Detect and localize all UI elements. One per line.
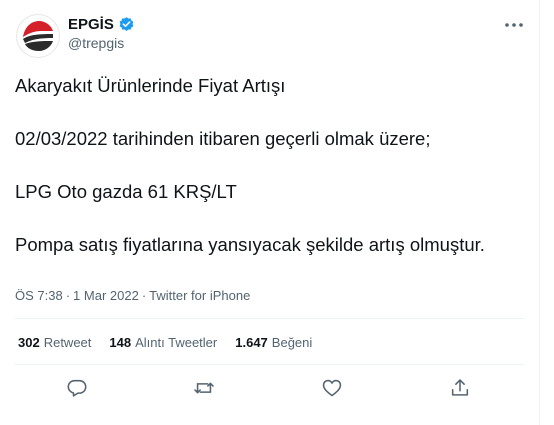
retweets-label: Retweet — [43, 335, 92, 350]
meta-separator: · — [141, 288, 147, 303]
share-icon[interactable] — [449, 377, 473, 401]
tweet-time[interactable]: ÖS 7:38 — [15, 288, 63, 303]
likes-stat[interactable]: 1.647 Beğeni — [235, 335, 312, 350]
tweet-paragraph: Pompa satış fiyatlarına yansıyacak şekil… — [15, 234, 485, 255]
retweets-stat[interactable]: 302 Retweet — [18, 335, 91, 350]
user-handle[interactable]: @trepgis — [68, 35, 124, 51]
tweet-date[interactable]: 1 Mar 2022 — [73, 288, 139, 303]
engagement-stats: 302 Retweet 148 Alıntı Tweetler 1.647 Be… — [18, 335, 312, 350]
retweets-count: 302 — [18, 335, 40, 350]
author-name-row: EPGİS — [68, 16, 135, 33]
tweet-paragraph: Akaryakıt Ürünlerinde Fiyat Artışı — [15, 75, 286, 96]
tweet-detail: EPGİS @trepgis Akaryakıt Ürünlerinde Fiy… — [0, 0, 540, 425]
tweet-paragraph: 02/03/2022 tarihinden itibaren geçerli o… — [15, 128, 431, 149]
retweet-icon[interactable] — [193, 377, 217, 401]
avatar[interactable] — [16, 14, 60, 58]
display-name[interactable]: EPGİS — [68, 16, 114, 33]
meta-separator: · — [65, 288, 71, 303]
tweet-metadata: ÖS 7:38 · 1 Mar 2022 · Twitter for iPhone — [15, 288, 250, 303]
divider — [15, 364, 525, 365]
more-options-icon[interactable] — [503, 18, 525, 32]
quotes-count: 148 — [109, 335, 132, 350]
tweet-paragraph: LPG Oto gazda 61 KRŞ/LT — [15, 181, 237, 202]
likes-label: Beğeni — [271, 335, 313, 350]
like-icon[interactable] — [321, 377, 345, 401]
quotes-label: Alıntı Tweetler — [135, 335, 218, 350]
quotes-stat[interactable]: 148 Alıntı Tweetler — [109, 335, 217, 350]
epgis-logo-icon — [18, 16, 58, 56]
tweet-text: Akaryakıt Ürünlerinde Fiyat Artışı 02/03… — [15, 72, 515, 258]
tweet-source[interactable]: Twitter for iPhone — [149, 288, 250, 303]
verified-badge-icon — [118, 16, 135, 33]
divider — [15, 318, 525, 319]
likes-count: 1.647 — [235, 335, 268, 350]
action-bar — [0, 373, 540, 403]
reply-icon[interactable] — [66, 377, 90, 401]
